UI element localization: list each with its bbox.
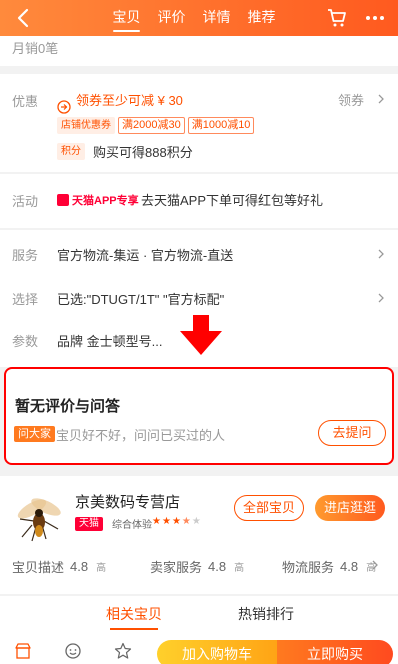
coupon-tags: 店铺优惠券 满2000减30 满1000减10 [57,117,255,134]
coupon-icon [57,100,71,114]
rating-score: 4.8 [70,559,89,574]
chevron-right-icon [378,293,384,303]
star-half-icon: ★ [181,516,191,527]
experience-stars: ★ ★ ★ ★ ★ [152,516,201,528]
tmall-app-tag-text: 天猫APP专享 [72,195,139,207]
param-label: 参数 [12,334,39,349]
favorite-star-icon[interactable] [114,642,132,660]
star-icon: ★ [161,516,171,527]
tmall-badge: 天猫 [75,517,103,531]
rating-label: 宝贝描述 [12,560,65,575]
sales-row: 月销0笔 [0,36,398,66]
points-text: 购买可得888积分 [93,145,193,160]
tab-hot-ranking[interactable]: 热销排行 [238,604,294,624]
all-items-button[interactable]: 全部宝贝 [234,495,304,521]
tmall-app-tag: 天猫APP专享 [57,192,139,208]
ask-everyone-tag: 问大家 [14,426,55,442]
service-label: 服务 [12,248,39,263]
tab-details[interactable]: 详情 [194,0,239,36]
event-label: 活动 [12,194,39,209]
shop-card: 京美数码专营店 天猫 综合体验 ★ ★ ★ ★ ★ 全部宝贝 进店逛逛 宝贝描述… [0,476,398,594]
rating-label: 卖家服务 [150,560,203,575]
coupon-tag: 满2000减30 [118,117,185,134]
qa-hint: 宝贝好不好，问问已买过的人 [56,428,226,443]
shop-icon[interactable] [14,642,32,660]
chevron-right-icon [378,249,384,259]
shop-coupon-tag: 店铺优惠券 [57,117,115,134]
tab-reviews[interactable]: 评价 [149,0,194,36]
service-value[interactable]: 官方物流-集运 · 官方物流-直送 [57,245,233,264]
coupon-text: 领券至少可减 ¥ 30 [76,93,183,108]
tab-recommend[interactable]: 推荐 [239,0,284,36]
rating-level: 高 [96,563,107,574]
qa-title: 暂无评价与问答 [15,398,121,415]
ask-question-button[interactable]: 去提问 [318,420,386,446]
rating-score: 4.8 [340,559,359,574]
recommend-tabs: 相关宝贝 热销排行 [0,596,398,632]
chevron-right-icon [372,560,378,570]
rating-label: 物流服务 [282,560,335,575]
buy-now-button[interactable]: 立即购买 [277,640,393,664]
chevron-right-icon [378,94,384,104]
visit-shop-button[interactable]: 进店逛逛 [315,495,385,521]
promo-card[interactable]: 优惠 领券至少可减 ¥ 30 领券 店铺优惠券 满2000减30 满1000减1… [0,74,398,172]
shop-logo [17,498,61,542]
tab-related-items[interactable]: 相关宝贝 [106,604,162,624]
star-icon: ★ [152,516,161,527]
cart-icon[interactable] [326,7,348,29]
rating-service: 卖家服务 4.8 高 [150,557,244,576]
header-tabs: 宝贝 评价 详情 推荐 [104,0,284,36]
points-badge: 积分 [57,143,85,160]
rating-logistics: 物流服务 4.8 高 [282,557,376,576]
rating-level: 高 [234,563,245,574]
shop-name[interactable]: 京美数码专营店 [75,491,180,512]
qa-section: 暂无评价与问答 问大家 宝贝好不好，问问已买过的人 去提问 [4,367,394,465]
promo-label: 优惠 [12,94,39,109]
param-value[interactable]: 品牌 金士顿型号... [57,331,162,350]
star-empty-icon: ★ [191,516,201,527]
more-icon[interactable] [364,7,386,29]
add-to-cart-button[interactable]: 加入购物车 [157,640,277,664]
top-header: 宝贝 评价 详情 推荐 [0,0,398,36]
rating-description: 宝贝描述 4.8 高 [12,557,106,576]
event-text: 去天猫APP下单可得红包等好礼 [141,193,324,208]
bottom-bar: 加入购物车 立即购买 [0,632,398,664]
coupon-tag: 满1000减10 [187,117,255,134]
experience-label: 综合体验 [112,520,152,531]
event-card[interactable]: 活动 天猫APP专享 去天猫APP下单可得红包等好礼 [0,174,398,228]
points-row: 积分 购买可得888积分 [57,142,193,161]
rating-score: 4.8 [208,559,227,574]
selected-spec[interactable]: 已选:"DTUGT/1T" "官方标配" [57,289,224,308]
back-icon[interactable] [12,6,36,30]
tab-item[interactable]: 宝贝 [104,0,149,36]
down-arrow-icon [180,315,222,355]
get-coupon-link[interactable]: 领券 [338,90,364,109]
tmall-icon [57,194,69,206]
active-tab-underline [110,628,158,630]
customer-service-icon[interactable] [64,642,82,660]
monthly-sales: 月销0笔 [12,41,59,56]
star-icon: ★ [171,516,181,527]
select-label: 选择 [12,292,39,307]
